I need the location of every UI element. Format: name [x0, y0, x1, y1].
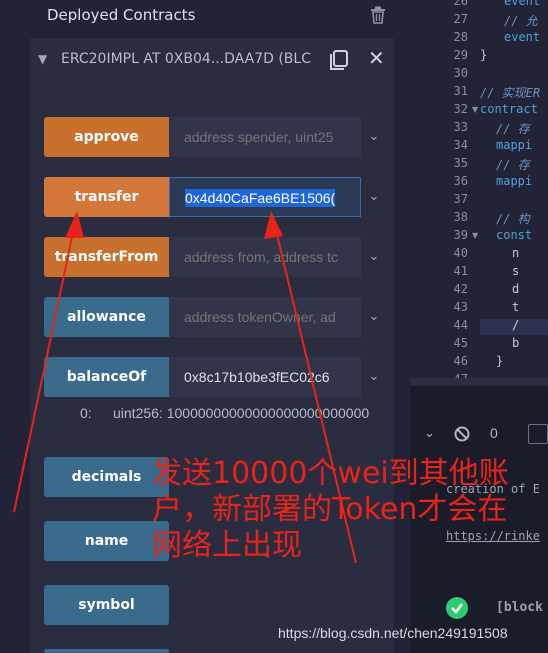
code-line: contract: [480, 102, 538, 116]
balanceof-args-input[interactable]: 0x8c17b10be3fEC02c6: [169, 357, 361, 397]
code-line: t: [512, 300, 520, 314]
line-number: 43: [453, 300, 468, 314]
code-line: s: [512, 264, 520, 278]
code-line: /: [512, 318, 520, 332]
watermark: https://blog.csdn.net/chen249191508: [278, 625, 508, 641]
line-number: 46: [453, 354, 468, 368]
line-number: 40: [453, 246, 468, 260]
line-number: 26: [453, 0, 468, 8]
annotation-text: 发送10000个wei到其他账户，新部署的Token才会在网络上出现: [152, 456, 509, 563]
chevron-down-icon[interactable]: ▼: [38, 52, 47, 66]
code-line: mappi: [496, 174, 533, 188]
next-getter-button[interactable]: [44, 649, 169, 653]
instance-header[interactable]: ▼ ERC20IMPL AT 0XB04...DAA7D (BLC ✕: [30, 38, 394, 84]
pending-tx-count: 0: [490, 425, 498, 441]
instance-title: ERC20IMPL AT 0XB04...DAA7D (BLC: [61, 51, 311, 67]
copy-icon[interactable]: [328, 49, 350, 71]
chevron-down-icon[interactable]: ⌄: [366, 117, 382, 157]
approve-button[interactable]: approve: [44, 117, 169, 157]
transfer-button[interactable]: transfer: [44, 177, 169, 217]
code-line: }: [480, 48, 488, 62]
code-line: // 实现ER: [480, 86, 541, 100]
line-number: 45: [453, 336, 468, 350]
code-line: n: [512, 246, 520, 260]
chevron-down-icon[interactable]: ⌄: [366, 237, 382, 277]
allowance-args-input[interactable]: [169, 297, 361, 337]
chevron-down-icon[interactable]: ⌄: [366, 177, 382, 217]
double-chevron-down-icon[interactable]: ⌄: [424, 426, 435, 441]
line-number: 36: [453, 174, 468, 188]
code-line: // 构: [496, 212, 530, 226]
block-label: [block: [496, 600, 543, 615]
transferfrom-args-input[interactable]: [169, 237, 361, 277]
line-number: 31: [453, 84, 468, 98]
fold-arrow-icon[interactable]: ▼: [472, 105, 478, 114]
code-editor[interactable]: 26 event 27// 允 28 event 29} 30 31// 实现ER 32 ▼ con…: [410, 0, 548, 386]
approve-args-input[interactable]: [169, 117, 361, 157]
line-number: 29: [453, 48, 468, 62]
fold-arrow-icon[interactable]: ▼: [472, 231, 478, 240]
close-icon[interactable]: ✕: [368, 48, 385, 68]
symbol-button[interactable]: symbol: [44, 585, 169, 625]
code-line: event: [504, 0, 541, 8]
trash-icon[interactable]: [370, 6, 386, 24]
result-value: uint256: 10000000000000000000000000: [113, 405, 370, 421]
transfer-args-input[interactable]: 0x4d40CaFae6BE1506(: [169, 177, 361, 217]
line-number: 30: [453, 66, 468, 80]
line-number: 39: [453, 228, 468, 242]
line-number: 42: [453, 282, 468, 296]
code-line: // 存: [496, 122, 530, 136]
ban-icon[interactable]: [454, 426, 470, 442]
result-index: 0:: [80, 405, 92, 421]
chevron-down-icon[interactable]: ⌄: [366, 297, 382, 337]
transfer-input-value: 0x4d40CaFae6BE1506(: [185, 189, 336, 207]
code-line: event: [504, 30, 541, 44]
line-number: 32: [453, 102, 468, 116]
listen-checkbox[interactable]: [528, 424, 548, 444]
line-number: 35: [453, 156, 468, 170]
editor-horizontal-scrollbar[interactable]: [410, 378, 548, 386]
code-line: }: [496, 354, 504, 368]
allowance-button[interactable]: allowance: [44, 297, 169, 337]
transferfrom-button[interactable]: transferFrom: [44, 237, 169, 277]
name-button[interactable]: name: [44, 521, 169, 561]
decimals-button[interactable]: decimals: [44, 457, 169, 497]
line-number: 28: [453, 30, 468, 44]
line-number: 38: [453, 210, 468, 224]
code-line: mappi: [496, 138, 533, 152]
line-number: 41: [453, 264, 468, 278]
line-number: 33: [453, 120, 468, 134]
chevron-down-icon[interactable]: ⌄: [366, 357, 382, 397]
balanceof-button[interactable]: balanceOf: [44, 357, 169, 397]
line-number: 27: [453, 12, 468, 26]
line-number: 37: [453, 192, 468, 206]
panel-title: Deployed Contracts: [47, 6, 196, 24]
code-line: // 允: [504, 14, 538, 28]
line-number: 34: [453, 138, 468, 152]
panel-header: Deployed Contracts: [0, 0, 410, 30]
code-line: // 存: [496, 158, 530, 172]
line-number: 44: [453, 318, 468, 332]
code-line: d: [512, 282, 520, 296]
check-circle-icon: [446, 597, 468, 619]
code-line: b: [512, 336, 520, 350]
code-line: const: [496, 228, 533, 242]
terminal-toolbar: ⌄ 0: [410, 420, 548, 450]
